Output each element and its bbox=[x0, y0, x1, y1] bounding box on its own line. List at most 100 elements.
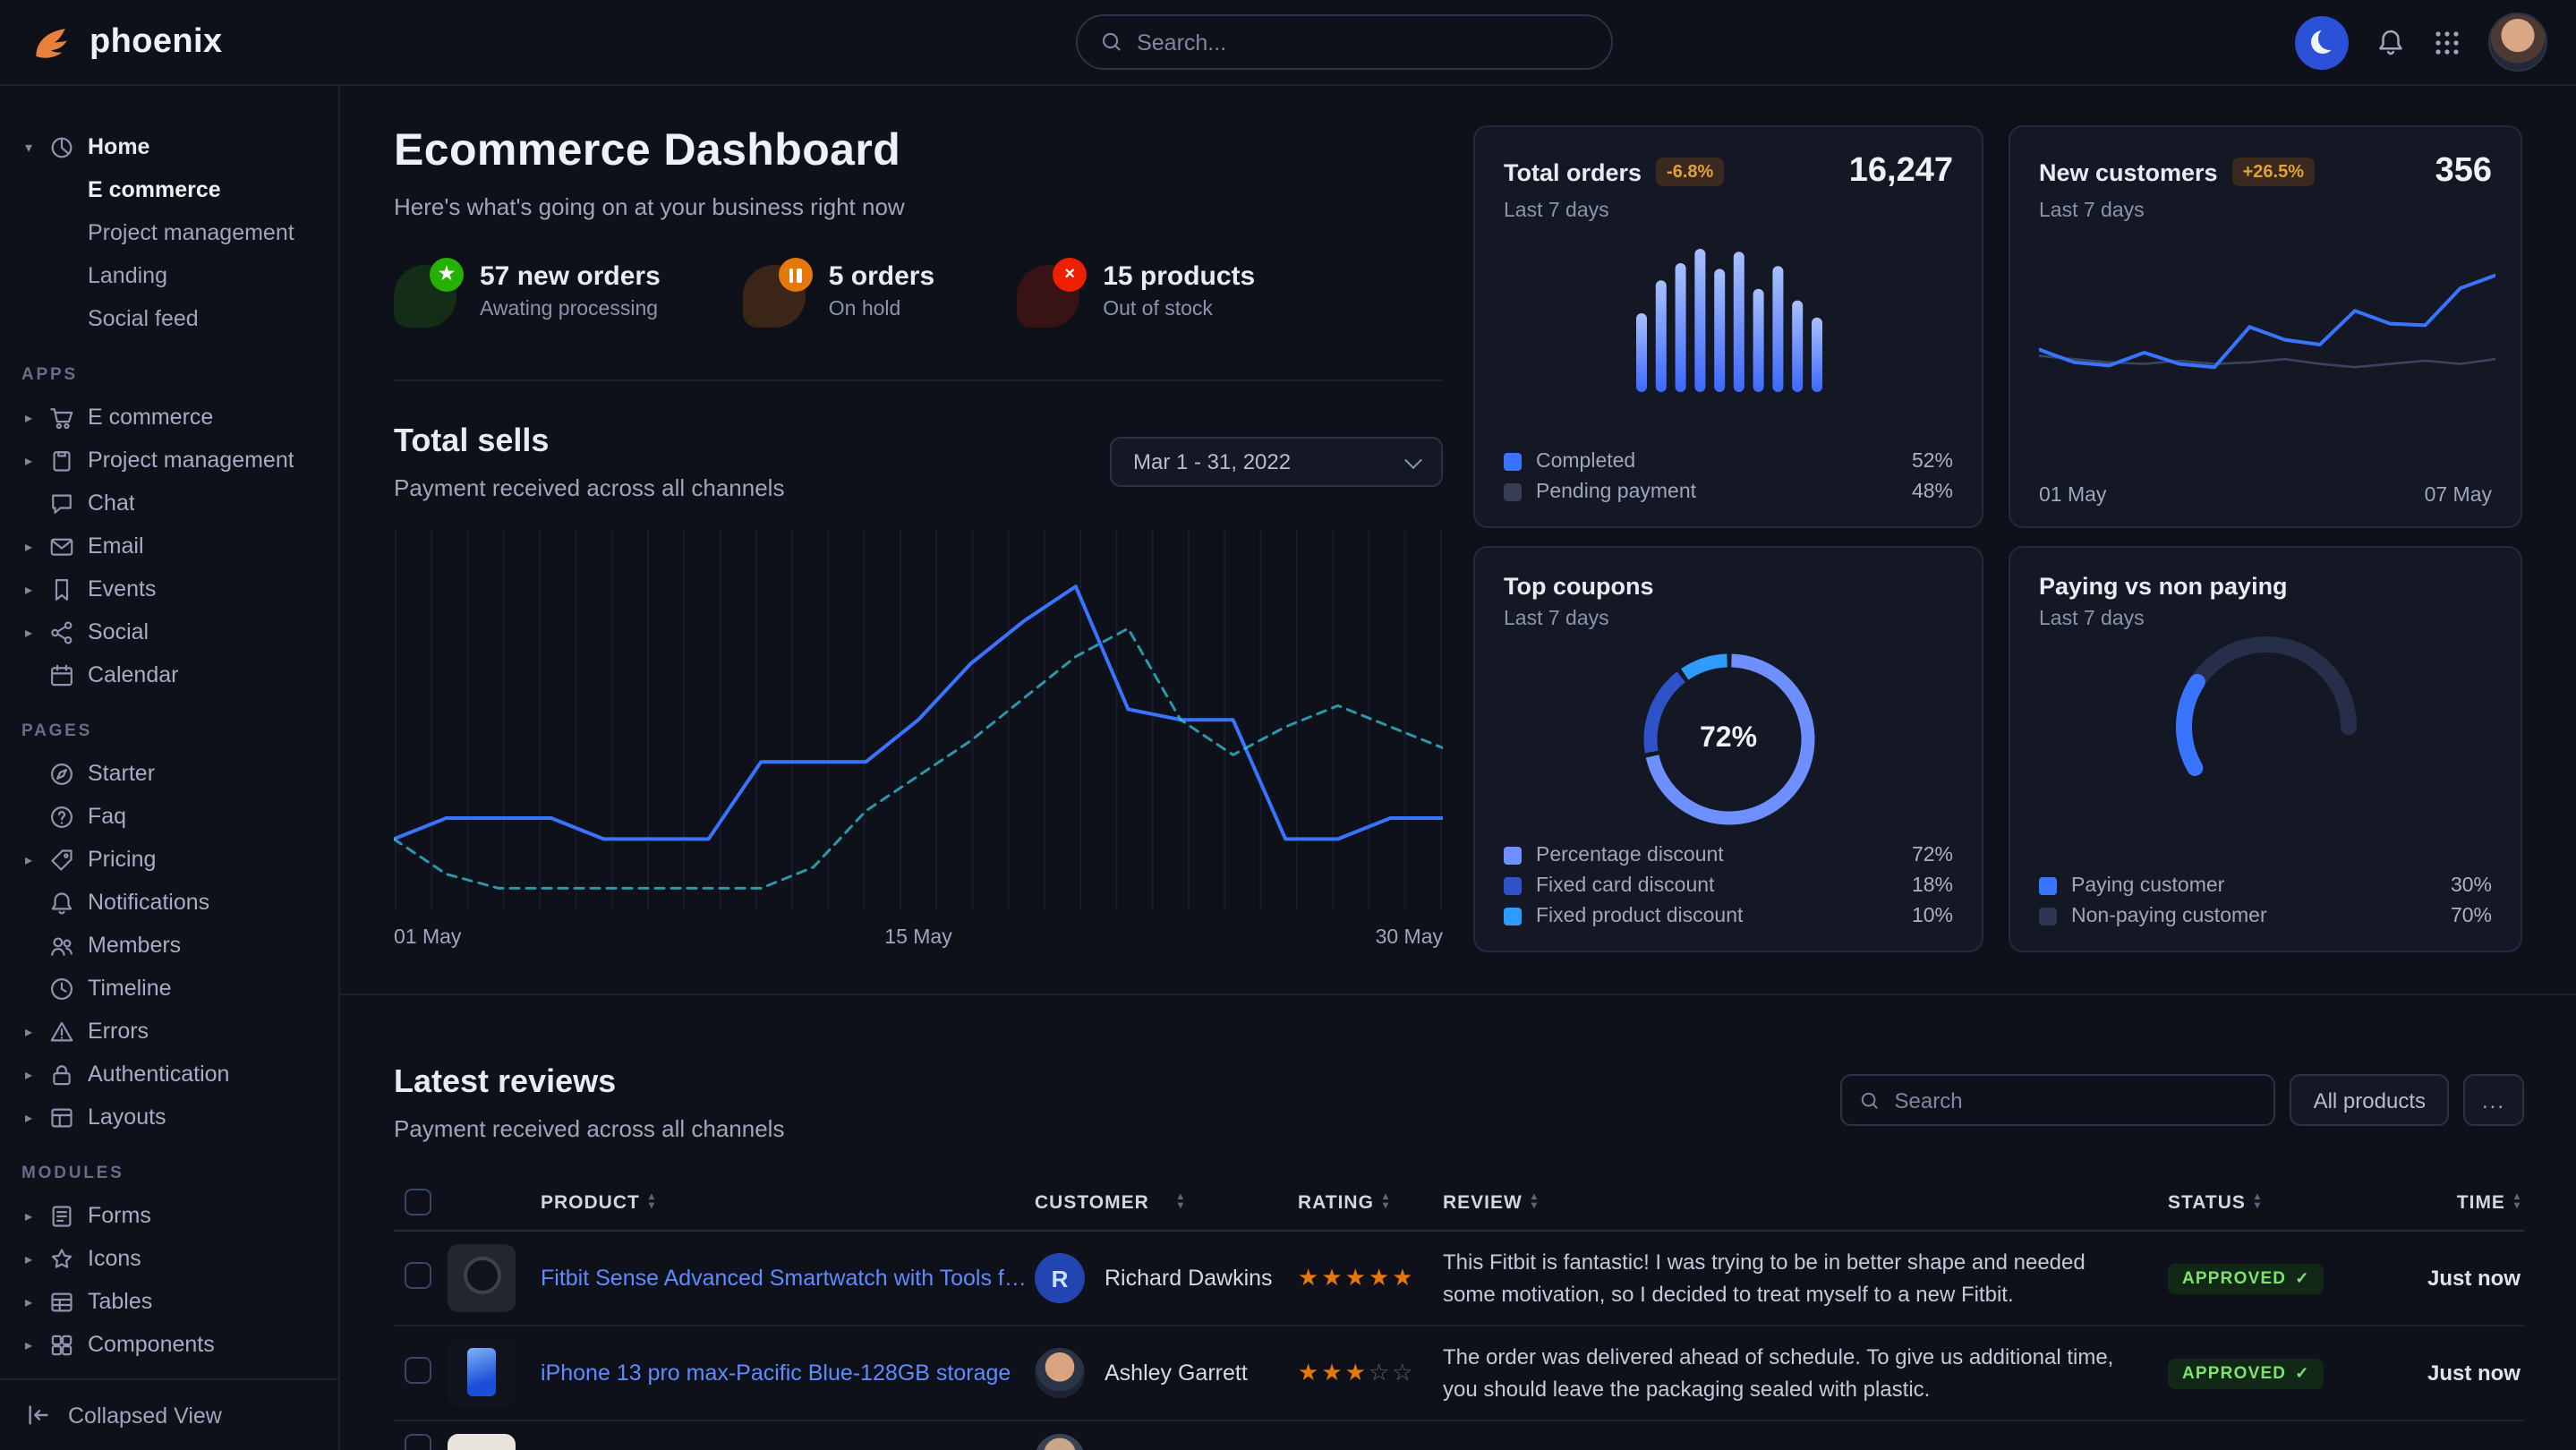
legend-item: Pending payment 48% bbox=[1504, 476, 1953, 507]
column-header-review[interactable]: REVIEW▴▾ bbox=[1443, 1191, 2168, 1213]
row-checkbox[interactable] bbox=[405, 1357, 431, 1384]
alert-icon bbox=[48, 1018, 75, 1045]
star-icon: ★ bbox=[1298, 1359, 1321, 1386]
legend-value: 10% bbox=[1912, 905, 1953, 926]
chevron-down-icon bbox=[1404, 450, 1422, 468]
moon-icon bbox=[2310, 30, 2333, 54]
sidebar-item-starter[interactable]: Starter bbox=[21, 752, 317, 795]
sort-icon: ▴▾ bbox=[649, 1194, 655, 1210]
sidebar-item-authentication[interactable]: ▸Authentication bbox=[21, 1053, 317, 1096]
total-sells-x-axis: 01 May 15 May 30 May bbox=[394, 927, 1443, 949]
pie-chart-icon bbox=[48, 133, 75, 160]
new-customers-card: New customers +26.5% 356 Last 7 days 01 … bbox=[2009, 125, 2522, 528]
out-of-stock-icon: × bbox=[1017, 265, 1079, 328]
sidebar-item-faq[interactable]: Faq bbox=[21, 795, 317, 838]
share-icon bbox=[48, 618, 75, 645]
bookmark-icon bbox=[48, 576, 75, 602]
chevron-right-icon: ▸ bbox=[21, 538, 36, 554]
global-search-input[interactable] bbox=[1137, 30, 1588, 55]
sidebar-subitem-e-commerce[interactable]: E commerce bbox=[21, 168, 317, 211]
column-header-product[interactable]: PRODUCT▴▾ bbox=[440, 1191, 1035, 1213]
star-icon: ★ bbox=[1345, 1264, 1369, 1291]
table-row bbox=[394, 1421, 2524, 1450]
page-title: Ecommerce Dashboard bbox=[394, 125, 905, 177]
legend-value: 70% bbox=[2451, 905, 2492, 926]
table-header: PRODUCT▴▾ CUSTOMER▴▾ RATING▴▾ REVIEW▴▾ S… bbox=[394, 1174, 2524, 1232]
paying-gauge-svg bbox=[2149, 623, 2382, 788]
page-subtitle: Here's what's going on at your business … bbox=[394, 193, 905, 220]
legend-color bbox=[1504, 482, 1522, 500]
sidebar-item-calendar[interactable]: Calendar bbox=[21, 653, 317, 696]
envelope-icon bbox=[48, 533, 75, 559]
sidebar-item-errors[interactable]: ▸Errors bbox=[21, 1010, 317, 1053]
sidebar-item-pricing[interactable]: ▸Pricing bbox=[21, 838, 317, 881]
sidebar-item-notifications[interactable]: Notifications bbox=[21, 881, 317, 924]
more-options-button[interactable]: ... bbox=[2463, 1074, 2524, 1126]
sidebar-subitem-project-management[interactable]: Project management bbox=[21, 211, 317, 254]
sort-icon: ▴▾ bbox=[2255, 1194, 2261, 1210]
column-header-status[interactable]: STATUS▴▾ bbox=[2168, 1191, 2390, 1213]
x-tick: 01 May bbox=[394, 927, 461, 949]
reviews-search[interactable] bbox=[1841, 1074, 2276, 1126]
sort-icon: ▴▾ bbox=[1383, 1194, 1389, 1210]
legend-label: Non-paying customer bbox=[2071, 905, 2267, 926]
column-header-time[interactable]: TIME▴▾ bbox=[2390, 1191, 2524, 1213]
all-products-button[interactable]: All products bbox=[2290, 1074, 2449, 1126]
total-sells-subtitle: Payment received across all channels bbox=[394, 474, 784, 501]
sidebar-subitem-landing[interactable]: Landing bbox=[21, 254, 317, 297]
select-all-checkbox[interactable] bbox=[405, 1189, 431, 1215]
rating-stars: ★★★☆☆ bbox=[1298, 1359, 1443, 1387]
sidebar-item-email[interactable]: ▸Email bbox=[21, 525, 317, 567]
reviews-search-input[interactable] bbox=[1895, 1088, 2256, 1113]
star-icon: ★ bbox=[1321, 1359, 1344, 1386]
brand[interactable]: phoenix bbox=[29, 21, 223, 63]
stat-orders-on-hold: 5 orders On hold bbox=[743, 261, 934, 380]
chevron-right-icon: ▸ bbox=[21, 452, 36, 468]
collapse-sidebar-button[interactable]: Collapsed View bbox=[0, 1378, 338, 1450]
sidebar-item-project-management[interactable]: ▸Project management bbox=[21, 439, 317, 482]
sidebar-item-home[interactable]: ▾Home bbox=[21, 125, 317, 168]
sidebar-item-tables[interactable]: ▸Tables bbox=[21, 1280, 317, 1323]
legend-value: 18% bbox=[1912, 874, 1953, 896]
card-title: New customers bbox=[2039, 158, 2218, 185]
sidebar-item-chat[interactable]: Chat bbox=[21, 482, 317, 525]
sidebar-subitem-social-feed[interactable]: Social feed bbox=[21, 297, 317, 340]
sidebar-item-icons[interactable]: ▸Icons bbox=[21, 1237, 317, 1280]
row-checkbox[interactable] bbox=[405, 1434, 431, 1450]
legend-label: Completed bbox=[1536, 450, 1635, 472]
notifications-button[interactable] bbox=[2376, 27, 2406, 57]
date-range-select[interactable]: Mar 1 - 31, 2022 bbox=[1110, 437, 1443, 487]
sidebar-item-social[interactable]: ▸Social bbox=[21, 610, 317, 653]
chevron-right-icon: ▸ bbox=[21, 1336, 36, 1352]
legend-value: 30% bbox=[2451, 874, 2492, 896]
product-image bbox=[448, 1244, 516, 1312]
star-icon bbox=[48, 1245, 75, 1272]
users-icon bbox=[48, 932, 75, 959]
legend-value: 48% bbox=[1912, 481, 1953, 502]
sort-icon: ▴▾ bbox=[1531, 1194, 1538, 1210]
sidebar-item-layouts[interactable]: ▸Layouts bbox=[21, 1096, 317, 1139]
sidebar-item-timeline[interactable]: Timeline bbox=[21, 967, 317, 1010]
sidebar-item-events[interactable]: ▸Events bbox=[21, 567, 317, 610]
theme-toggle-button[interactable] bbox=[2295, 15, 2349, 69]
calendar-icon bbox=[48, 661, 75, 688]
product-link[interactable]: iPhone 13 pro max-Pacific Blue-128GB sto… bbox=[541, 1360, 1011, 1386]
column-header-rating[interactable]: RATING▴▾ bbox=[1298, 1191, 1443, 1213]
bell-icon bbox=[48, 889, 75, 916]
apps-grid-button[interactable] bbox=[2433, 28, 2461, 56]
phoenix-logo-icon bbox=[29, 21, 75, 63]
stat-label: On hold bbox=[829, 299, 934, 320]
x-tick: 15 May bbox=[884, 927, 951, 949]
reviews-table: PRODUCT▴▾ CUSTOMER▴▾ RATING▴▾ REVIEW▴▾ S… bbox=[394, 1174, 2524, 1450]
sidebar-item-forms[interactable]: ▸Forms bbox=[21, 1194, 317, 1237]
row-checkbox[interactable] bbox=[405, 1262, 431, 1289]
legend-color bbox=[1504, 846, 1522, 864]
column-header-customer[interactable]: CUSTOMER▴▾ bbox=[1035, 1191, 1298, 1213]
sidebar-item-components[interactable]: ▸Components bbox=[21, 1323, 317, 1366]
user-avatar[interactable] bbox=[2488, 13, 2547, 72]
sidebar-item-members[interactable]: Members bbox=[21, 924, 317, 967]
product-link[interactable]: Fitbit Sense Advanced Smartwatch with To… bbox=[541, 1266, 1035, 1291]
star-icon: ★ bbox=[1369, 1264, 1392, 1291]
sidebar-item-e-commerce[interactable]: ▸E commerce bbox=[21, 396, 317, 439]
global-search[interactable] bbox=[1076, 14, 1613, 70]
